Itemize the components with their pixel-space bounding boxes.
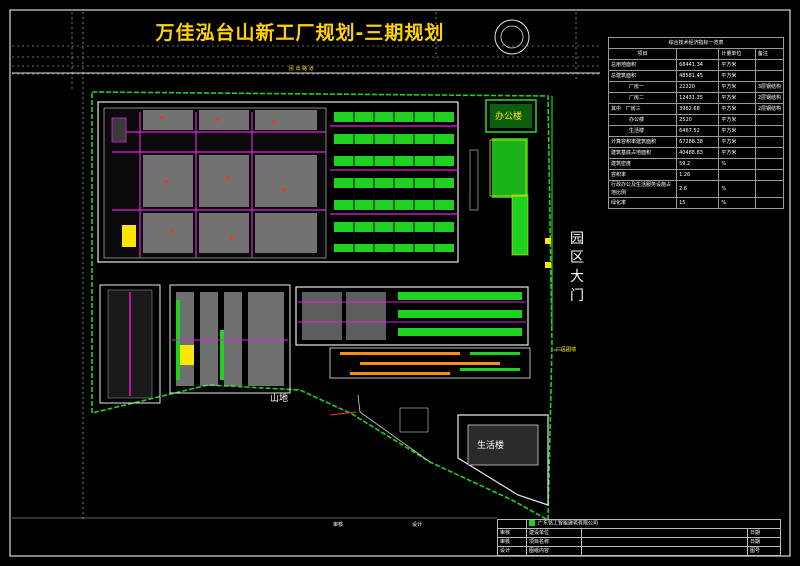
table-row: 厂房二 12431.35 平方米 2层钢结构 bbox=[607, 92, 785, 104]
drawing-title: 万佳泓台山新工厂规划-三期规划 bbox=[155, 22, 445, 44]
table-row: 其中 厂房三 3962.68 平方米 2层钢结构 bbox=[607, 103, 785, 115]
drawing-canvas: 万佳泓台山新工厂规划-三期规划 民 出 路 道 办公楼 生活楼 山地 厂区围墙 … bbox=[0, 0, 800, 566]
table-row: 生活楼 6467.52 平方米 bbox=[607, 125, 785, 137]
spec-header-unit: 计量单位 bbox=[718, 48, 756, 60]
table-row: 容积率 1.26 bbox=[607, 169, 785, 181]
title-block: 广东铭工智能建筑有限公司 审核 建设单位 日期 审核 项目名称 日期 设计 图纸内容 图号 bbox=[497, 519, 781, 556]
spec-table: 综合技术经济指标一览表 项目 计量单位 备注 总用地面积 68441.34 平方米 … bbox=[607, 37, 785, 209]
table-row: 建筑基底占地面积 40488.83 平方米 bbox=[607, 147, 785, 159]
table-row: 厂房一 22220 平方米 3层钢结构 bbox=[607, 81, 785, 93]
table-row: 审核 建设单位 日期 bbox=[497, 528, 781, 538]
table-row: 计算容积率建筑面积 67288.38 平方米 bbox=[607, 136, 785, 148]
title-block-design: 设计 bbox=[412, 522, 423, 528]
landscape-strip bbox=[492, 138, 528, 255]
company-logo-icon bbox=[529, 520, 535, 527]
roundabout bbox=[494, 19, 530, 55]
table-row: 办公楼 2520 平方米 bbox=[607, 114, 785, 126]
park-gate-label: 园区大门 bbox=[570, 231, 584, 304]
spec-group-label: 其中 bbox=[611, 106, 622, 112]
green-workstations-3 bbox=[398, 292, 522, 336]
title-block-review: 审核 bbox=[333, 522, 344, 528]
table-row: 绿化率 15% bbox=[607, 197, 785, 209]
table-row: 审核 项目名称 日期 bbox=[497, 537, 781, 547]
table-row: 行政办公及生活服务设施占地比例 2.6% bbox=[607, 180, 785, 198]
dormitory-label: 生活楼 bbox=[477, 441, 505, 451]
office-label: 办公楼 bbox=[495, 112, 523, 122]
table-row: 建筑密度 59.2% bbox=[607, 158, 785, 170]
spec-caption: 综合技术经济指标一览表 bbox=[608, 37, 784, 49]
table-row: 总建筑面积 48581.45 平方米 bbox=[607, 70, 785, 82]
spec-header-note: 备注 bbox=[754, 48, 785, 60]
yellow-zone bbox=[122, 225, 136, 247]
factory-wall-label: 厂区围墙 bbox=[556, 347, 577, 353]
company-name: 广东铭工智能建筑有限公司 bbox=[538, 520, 599, 527]
table-row: 设计 图纸内容 图号 bbox=[497, 546, 781, 556]
road-label: 民 出 路 道 bbox=[289, 66, 314, 72]
mountain-label: 山地 bbox=[270, 394, 289, 404]
spec-header-item: 项目 bbox=[607, 48, 678, 60]
table-row: 总用地面积 68441.34 平方米 bbox=[607, 59, 785, 71]
spec-header-value bbox=[676, 48, 720, 60]
